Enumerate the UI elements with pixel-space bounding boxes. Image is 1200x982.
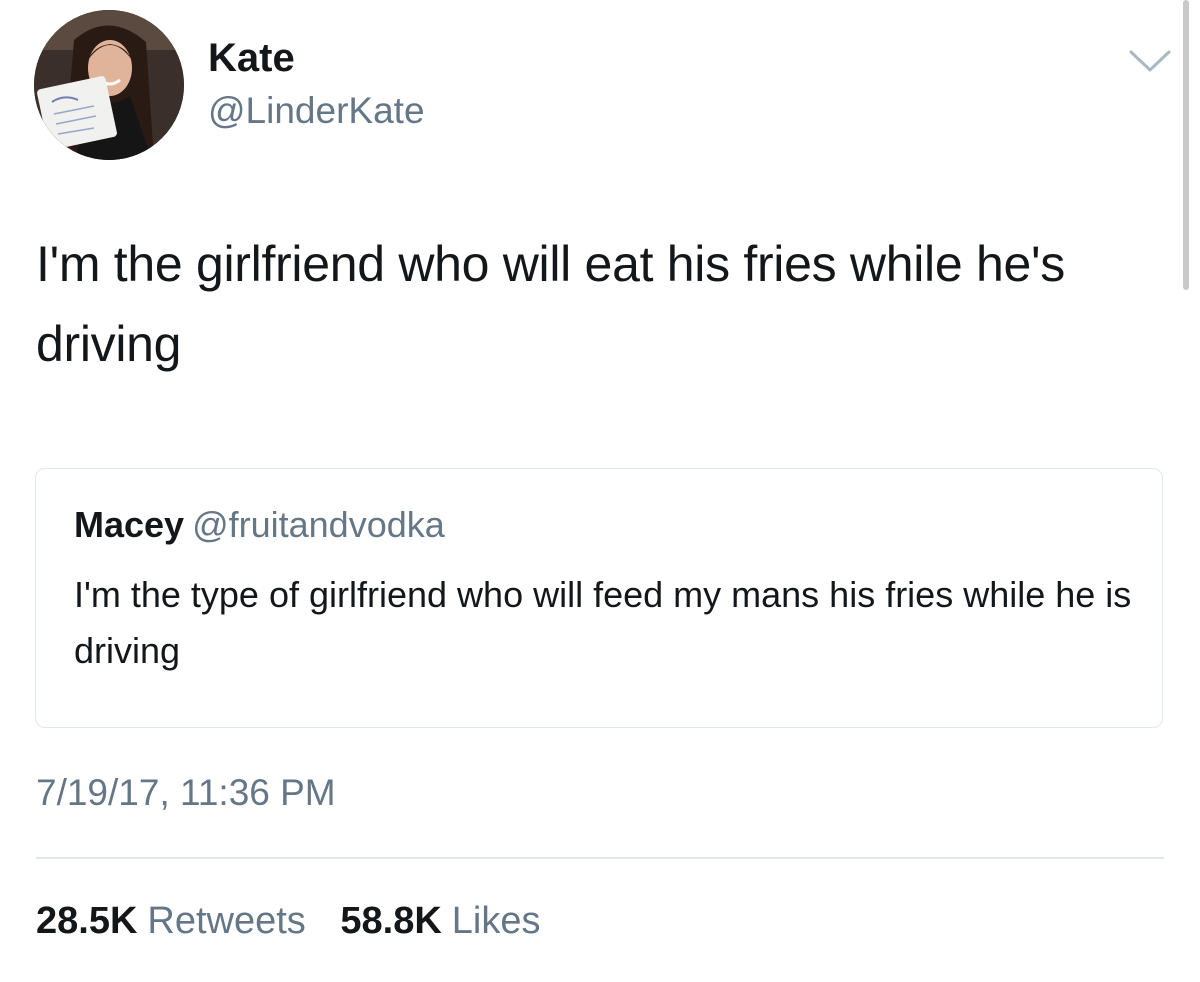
quoted-tweet-header: Macey @fruitandvodka <box>74 503 445 547</box>
chevron-down-icon[interactable] <box>1128 48 1172 74</box>
avatar[interactable] <box>34 10 184 160</box>
retweets-label: Retweets <box>147 900 306 942</box>
tweet-text: I'm the girlfriend who will eat his frie… <box>36 236 1065 372</box>
avatar-photo <box>34 10 184 160</box>
retweets-stat[interactable]: 28.5K Retweets <box>36 898 306 944</box>
tweet-stats: 28.5K Retweets 58.8K Likes <box>36 898 541 944</box>
author-handle[interactable]: @LinderKate <box>208 88 425 134</box>
quoted-tweet-card[interactable]: Macey @fruitandvodka I'm the type of girl… <box>35 468 1163 728</box>
tweet-timestamp[interactable]: 7/19/17, 11:36 PM <box>36 770 336 816</box>
quoted-tweet-text: I'm the type of girlfriend who will feed… <box>74 574 1132 671</box>
quoted-author-name: Macey <box>74 504 185 545</box>
retweets-count: 28.5K <box>36 900 138 942</box>
likes-count: 58.8K <box>340 900 442 942</box>
likes-label: Likes <box>451 900 541 942</box>
divider <box>36 857 1164 859</box>
likes-stat[interactable]: 58.8K Likes <box>340 898 540 944</box>
quoted-author-handle: @fruitandvodka <box>192 504 445 545</box>
author-display-name[interactable]: Kate <box>208 34 295 82</box>
